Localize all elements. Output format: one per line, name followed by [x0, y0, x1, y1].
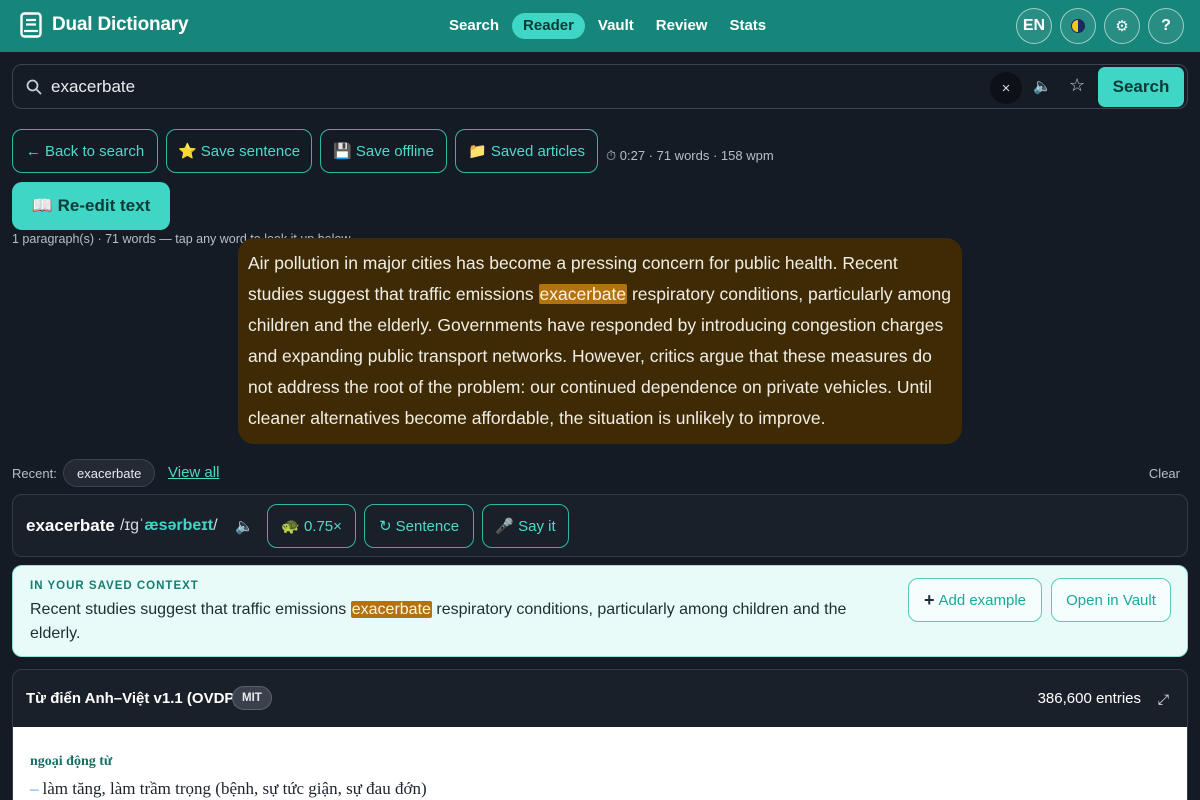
star-icon[interactable]: ☆ [1069, 75, 1085, 96]
gear-icon: ⚙ [1115, 18, 1129, 35]
nav-vault[interactable]: Vault [589, 13, 643, 39]
dictionary-panel: Từ điển Anh–Việt v1.1 (OVDP) MIT 386,600… [12, 669, 1188, 800]
clear-search-button[interactable]: × [990, 72, 1022, 104]
nav-review[interactable]: Review [647, 13, 717, 39]
license-badge: MIT [232, 686, 272, 710]
definition: – làm tăng, làm trầm trọng (bệnh, sự tức … [30, 779, 427, 799]
search-button[interactable]: Search [1098, 67, 1184, 107]
definition-text: làm tăng, làm trầm trọng (bệnh, sự tức g… [42, 779, 427, 798]
definition-dash: – [30, 779, 39, 798]
ipa-stressed: æsərbeɪt [144, 517, 214, 534]
brand[interactable]: Dual Dictionary [20, 12, 189, 38]
dictionary-entry: ngoại động từ – làm tăng, làm trầm trọng … [13, 727, 1187, 800]
re-edit-text-button[interactable]: 📖 Re-edit text [12, 182, 170, 230]
saved-context-label: IN YOUR SAVED CONTEXT [30, 580, 199, 592]
save-offline-button[interactable]: 💾 Save offline [320, 129, 447, 173]
word-bar: exacerbate /ɪɡˈæsərbeɪt/ 🔈 🐢 0.75× ↻ Sen… [12, 494, 1188, 557]
nav-reader[interactable]: Reader [512, 13, 585, 39]
pronunciation: /ɪɡˈæsərbeɪt/ [120, 517, 218, 535]
recent-label: Recent: [12, 466, 57, 481]
theme-toggle[interactable] [1060, 8, 1096, 44]
add-example-button[interactable]: + Add example [908, 578, 1042, 622]
language-button[interactable]: EN [1016, 8, 1052, 44]
back-to-search-button[interactable]: ← Back to search [12, 129, 158, 173]
theme-icon [1071, 19, 1085, 33]
save-sentence-button[interactable]: ⭐ Save sentence [166, 129, 312, 173]
speaker-muted-icon[interactable]: 🔈 [235, 517, 254, 535]
header-actions: EN ⚙ ? [1016, 8, 1184, 44]
main-nav: Search Reader Vault Review Stats [440, 13, 775, 39]
search-input[interactable] [51, 73, 951, 101]
speed-button[interactable]: 🐢 0.75× [267, 504, 356, 548]
settings-button[interactable]: ⚙ [1104, 8, 1140, 44]
context-before: Recent studies suggest that traffic emis… [30, 601, 351, 618]
context-highlight: exacerbate [350, 601, 432, 618]
saved-articles-button[interactable]: 📁 Saved articles [455, 129, 598, 173]
search-bar: × 🔈 ☆ Search [12, 64, 1188, 109]
speaker-muted-icon[interactable]: 🔈 [1033, 77, 1052, 95]
headword: exacerbate [26, 516, 115, 535]
reading-passage[interactable]: Air pollution in major cities has become… [238, 238, 962, 444]
saved-context-sentence: Recent studies suggest that traffic emis… [30, 598, 900, 646]
entry-count: 386,600 entries [1037, 690, 1141, 707]
expand-icon[interactable]: ⤢ [1158, 691, 1169, 708]
passage-text-after[interactable]: respiratory conditions, particularly amo… [248, 284, 951, 428]
view-all-link[interactable]: View all [168, 464, 219, 481]
clear-recent-link[interactable]: Clear [1149, 466, 1180, 481]
say-it-button[interactable]: 🎤 Say it [482, 504, 569, 548]
reading-stats: ⏱ 0:27 · 71 words · 158 wpm [606, 148, 774, 163]
passage-paragraph[interactable]: Air pollution in major cities has become… [248, 248, 952, 434]
sentence-button[interactable]: ↻ Sentence [364, 504, 474, 548]
book-icon [20, 12, 42, 38]
plus-icon: + [923, 589, 935, 610]
ipa-suffix: / [213, 517, 218, 534]
open-in-vault-button[interactable]: Open in Vault [1051, 578, 1171, 622]
add-example-label: Add example [938, 591, 1027, 609]
recent-chip[interactable]: exacerbate [63, 459, 156, 487]
app-name: Dual Dictionary [52, 14, 189, 35]
part-of-speech: ngoại động từ [30, 754, 113, 769]
nav-search[interactable]: Search [440, 13, 508, 39]
search-icon [26, 79, 42, 95]
help-button[interactable]: ? [1148, 8, 1184, 44]
top-bar: Dual Dictionary Search Reader Vault Revi… [0, 0, 1200, 52]
nav-stats[interactable]: Stats [720, 13, 775, 39]
dictionary-title: Từ điển Anh–Việt v1.1 (OVDP) [26, 690, 240, 707]
ipa-prefix: /ɪɡˈ [120, 517, 145, 534]
saved-context-card: IN YOUR SAVED CONTEXT Recent studies sug… [12, 565, 1188, 657]
highlighted-word[interactable]: exacerbate [538, 284, 628, 304]
